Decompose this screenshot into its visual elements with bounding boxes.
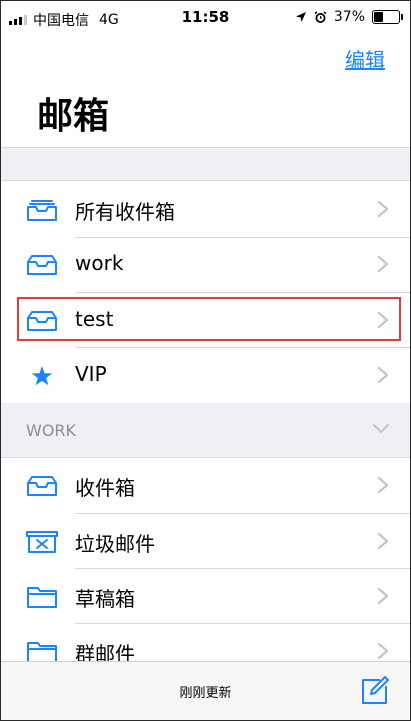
- battery-percent: 37%: [333, 9, 365, 25]
- chevron-right-icon: [377, 311, 389, 329]
- chevron-right-icon: [377, 200, 389, 218]
- folder-label: 收件箱: [75, 476, 135, 500]
- mailbox-row-vip[interactable]: VIP: [1, 348, 410, 403]
- inbox-icon: [27, 476, 57, 496]
- chevron-right-icon: [377, 476, 389, 494]
- group-separator: [1, 147, 410, 181]
- mailbox-row-work[interactable]: work: [1, 237, 410, 292]
- mailbox-label: VIP: [75, 362, 107, 386]
- alarm-clock-icon: [314, 10, 327, 23]
- compose-icon[interactable]: [360, 674, 390, 706]
- update-status: 刚刚更新: [179, 686, 232, 701]
- mailbox-label: 所有收件箱: [75, 200, 175, 224]
- account-section-header[interactable]: WORK: [1, 403, 410, 458]
- chevron-right-icon: [377, 587, 389, 605]
- folder-row-drafts[interactable]: 草稿箱: [1, 569, 410, 624]
- chevron-right-icon: [377, 255, 389, 273]
- star-icon: [31, 366, 53, 386]
- bottom-toolbar: 刚刚更新: [1, 661, 410, 720]
- inbox-icon: [27, 311, 57, 331]
- folder-row-inbox[interactable]: 收件箱: [1, 458, 410, 513]
- section-title: WORK: [26, 421, 77, 440]
- status-bar: 中国电信 4G 11:58 37%: [1, 1, 410, 35]
- tray-stack-icon: [27, 200, 57, 221]
- chevron-right-icon: [377, 642, 389, 660]
- page-title: 邮箱: [37, 96, 110, 137]
- junk-icon: [26, 531, 58, 553]
- mailbox-label: test: [75, 307, 114, 331]
- folder-label: 草稿箱: [75, 587, 135, 611]
- folder-icon: [27, 587, 57, 608]
- chevron-right-icon: [377, 532, 389, 550]
- inbox-icon: [27, 255, 57, 275]
- chevron-right-icon: [377, 366, 389, 384]
- battery-icon: [372, 10, 403, 24]
- folder-row-junk[interactable]: 垃圾邮件: [1, 514, 410, 569]
- mailbox-row-all-inboxes[interactable]: 所有收件箱: [1, 182, 410, 237]
- mailbox-row-test[interactable]: test: [1, 293, 410, 348]
- status-indicators: 37%: [295, 9, 403, 25]
- mail-app-window: 中国电信 4G 11:58 37% 编辑 邮箱 所有收件箱 work test …: [0, 0, 411, 721]
- location-arrow-icon: [295, 12, 306, 22]
- edit-button[interactable]: 编辑: [345, 44, 385, 73]
- chevron-down-icon[interactable]: [372, 423, 390, 435]
- mailbox-label: work: [75, 251, 124, 275]
- battery-level: [374, 12, 383, 22]
- folder-label: 垃圾邮件: [75, 532, 155, 556]
